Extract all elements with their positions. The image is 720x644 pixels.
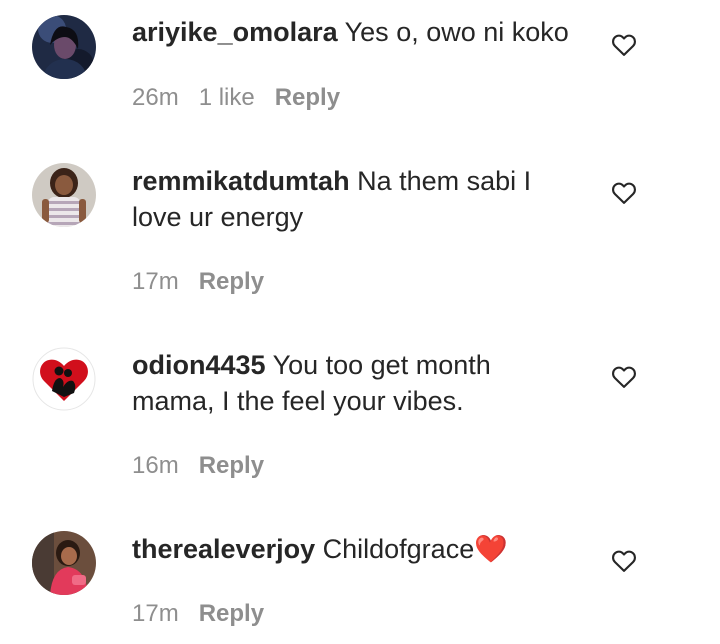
comment-meta: 26m 1 like Reply xyxy=(132,83,360,113)
avatar-image xyxy=(32,163,96,227)
heart-icon[interactable] xyxy=(610,31,638,59)
avatar[interactable] xyxy=(32,531,96,595)
avatar[interactable] xyxy=(32,347,96,411)
comment-meta: 17m Reply xyxy=(132,599,284,629)
reply-button[interactable]: Reply xyxy=(275,84,340,111)
comment-text: ariyike_omolara Yes o, owo ni koko xyxy=(132,14,572,50)
comment-text: remmikatdumtah Na them sabi I love ur en… xyxy=(132,163,572,235)
comment-username[interactable]: odion4435 xyxy=(132,350,266,380)
reply-button[interactable]: Reply xyxy=(199,452,264,479)
reply-button[interactable]: Reply xyxy=(199,268,264,295)
heart-icon[interactable] xyxy=(610,547,638,575)
comment-time: 17m xyxy=(132,600,179,627)
comment-body: Yes o, owo ni koko xyxy=(344,17,569,47)
heart-icon[interactable] xyxy=(610,179,638,207)
comment-body: Childofgrace❤️ xyxy=(322,534,508,564)
avatar-image xyxy=(32,347,96,411)
heart-icon[interactable] xyxy=(610,363,638,391)
comment-time: 26m xyxy=(132,84,179,111)
avatar[interactable] xyxy=(32,15,96,79)
comment-username[interactable]: ariyike_omolara xyxy=(132,17,338,47)
comment-username[interactable]: therealeverjoy xyxy=(132,534,315,564)
comment-time: 17m xyxy=(132,268,179,295)
avatar-image xyxy=(32,15,96,79)
avatar[interactable] xyxy=(32,163,96,227)
comment-text: odion4435 You too get month mama, I the … xyxy=(132,347,572,419)
comment-meta: 16m Reply xyxy=(132,451,284,481)
comment-username[interactable]: remmikatdumtah xyxy=(132,166,350,196)
avatar-image xyxy=(32,531,96,595)
comment-time: 16m xyxy=(132,452,179,479)
comment-text: therealeverjoy Childofgrace❤️ xyxy=(132,531,572,567)
reply-button[interactable]: Reply xyxy=(199,600,264,627)
comment-meta: 17m Reply xyxy=(132,267,284,297)
comment-like-count[interactable]: 1 like xyxy=(199,84,255,111)
